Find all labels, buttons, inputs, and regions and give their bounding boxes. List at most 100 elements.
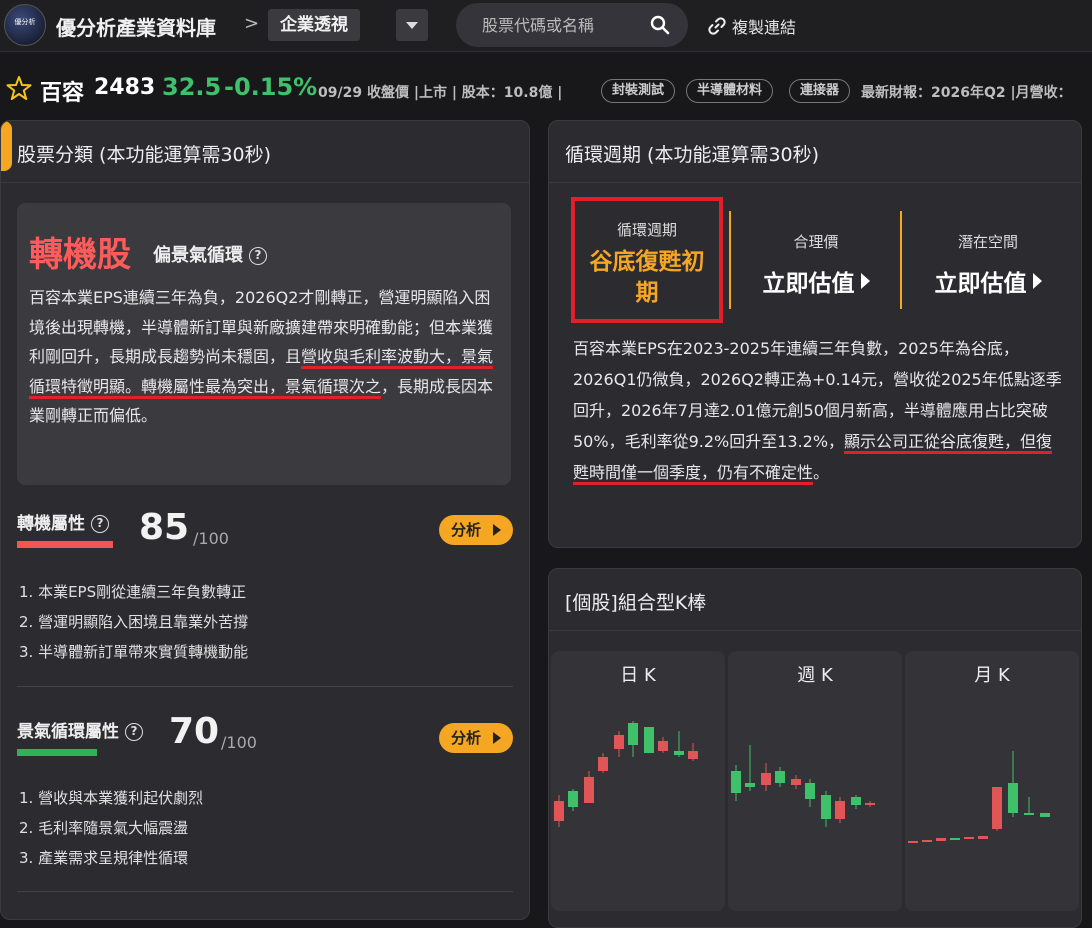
list-item: 1. 營收與本業獲利起伏劇烈 — [19, 789, 204, 807]
candle — [950, 838, 960, 840]
card-accent — [1, 121, 12, 171]
weekly-k-panel[interactable]: 週 K — [728, 651, 902, 911]
candle — [835, 797, 845, 823]
section-selector[interactable]: 企業透視 — [268, 9, 360, 41]
candle — [688, 743, 698, 761]
caret-right-icon — [860, 273, 870, 289]
stock-change: -0.15% — [224, 73, 318, 101]
stock-meta: 09/29 收盤價 |上市 | 股本：10.8億 | — [318, 85, 563, 101]
stock-type: 轉機股 — [29, 235, 131, 275]
candle — [821, 791, 831, 827]
site-logo[interactable]: 優分析 — [4, 4, 46, 46]
upside-button[interactable]: 立即估值 — [913, 264, 1063, 298]
divider — [900, 211, 902, 309]
upside-button-label: 立即估值 — [934, 271, 1027, 297]
chevron-down-icon[interactable] — [396, 9, 428, 41]
business-cycle-card: 循環週期 (本功能運算需30秒) 循環週期 谷底復甦初期 合理價 立即估值 潛在… — [548, 120, 1082, 548]
cycle-title: 循環週期 (本功能運算需30秒) — [549, 121, 1081, 183]
cycle-stage-box: 循環週期 谷底復甦初期 — [571, 197, 723, 323]
link-icon — [708, 17, 726, 35]
fair-value-label: 合理價 — [793, 233, 839, 251]
candle — [628, 721, 638, 757]
star-icon[interactable] — [6, 75, 32, 101]
candle — [1008, 751, 1018, 817]
copy-link-button[interactable]: 複製連結 — [708, 14, 796, 38]
cyclical-attribute: 景氣循環屬性? 70 /100 分析 — [17, 711, 513, 773]
divider — [729, 211, 731, 309]
candle — [745, 745, 755, 791]
candle — [1024, 797, 1034, 815]
list-item: 2. 毛利率隨景氣大幅震盪 — [19, 819, 189, 837]
description-highlight: 屬性最為突出，景氣循環次之 — [173, 376, 382, 399]
fair-value-column: 合理價 立即估值 — [741, 231, 891, 298]
tag-connector[interactable]: 連接器 — [789, 79, 851, 103]
attribute-max: /100 — [193, 529, 229, 548]
divider — [17, 686, 513, 687]
tag-packaging[interactable]: 封裝測試 — [601, 79, 676, 103]
caret-right-icon — [1032, 273, 1042, 289]
daily-k-chart — [554, 721, 698, 827]
candle — [644, 727, 654, 753]
candle — [964, 837, 974, 839]
tag-semiconductor-materials[interactable]: 半導體材料 — [686, 79, 774, 103]
stock-subtype-label: 偏景氣循環 — [153, 245, 243, 266]
candle — [992, 787, 1002, 831]
candle — [851, 795, 861, 809]
candle — [614, 731, 624, 757]
analyze-button[interactable]: 分析 — [439, 515, 513, 545]
monthly-k-title: 月 K — [974, 665, 1010, 686]
top-bar: 優分析 優分析產業資料庫 > 企業透視 複製連結 — [0, 0, 1092, 52]
combined-kbar-card: [個股]組合型K棒 日 K 週 K 月 K — [548, 568, 1082, 928]
financial-report-meta: 最新財報：2026年Q2 |月營收： — [861, 85, 1072, 101]
site-title[interactable]: 優分析產業資料庫 — [56, 12, 216, 41]
candle — [658, 737, 668, 753]
analyze-button[interactable]: 分析 — [439, 723, 513, 753]
upside-label: 潛在空間 — [957, 233, 1018, 251]
attribute-color-bar — [17, 749, 97, 756]
stock-code: 2483 — [94, 75, 156, 100]
divider — [17, 891, 513, 892]
stock-price: 32.5 — [162, 73, 222, 101]
stock-info-bar: 百容 2483 32.5 -0.15% 09/29 收盤價 |上市 | 股本：1… — [0, 66, 1092, 112]
attribute-color-bar — [17, 541, 113, 548]
list-item: 1. 本業EPS剛從連續三年負數轉正 — [19, 583, 247, 601]
stock-search — [456, 3, 688, 47]
daily-k-title: 日 K — [620, 665, 656, 686]
stock-classification-card: 股票分類 (本功能運算需30秒) 轉機股 偏景氣循環? 百容本業EPS連續三年為… — [0, 120, 530, 920]
candle — [584, 771, 594, 803]
kbar-title: [個股]組合型K棒 — [549, 569, 1081, 631]
help-icon[interactable]: ? — [91, 515, 109, 533]
turnaround-attribute: 轉機屬性? 85 /100 分析 — [17, 505, 513, 565]
daily-k-panel[interactable]: 日 K — [551, 651, 725, 911]
attribute-label-text: 景氣循環屬性 — [17, 722, 119, 742]
classification-title: 股票分類 (本功能運算需30秒) — [1, 121, 529, 183]
attribute-score: 85 — [139, 507, 190, 548]
attribute-label: 景氣循環屬性? — [17, 717, 143, 742]
turnaround-reasons: 1. 本業EPS剛從連續三年負數轉正 2. 營運明顯陷入困境且靠業外苦撐 3. … — [19, 577, 248, 667]
cycle-stage-label: 循環週期 — [616, 221, 677, 239]
candle — [598, 753, 608, 773]
fair-value-button[interactable]: 立即估值 — [741, 264, 891, 298]
candle — [674, 731, 684, 757]
candle — [978, 836, 988, 839]
list-item: 3. 產業需求呈規律性循環 — [19, 849, 189, 867]
attribute-max: /100 — [221, 733, 257, 752]
attribute-score: 70 — [169, 711, 220, 752]
breadcrumb-separator: > — [244, 13, 260, 34]
search-icon[interactable] — [650, 15, 670, 35]
stock-name: 百容 — [40, 81, 85, 106]
description-text: 。 — [813, 463, 830, 482]
search-input[interactable] — [482, 13, 642, 37]
help-icon[interactable]: ? — [125, 723, 143, 741]
fair-value-button-label: 立即估值 — [762, 271, 855, 297]
candle — [908, 841, 918, 843]
classification-summary: 轉機股 偏景氣循環? 百容本業EPS連續三年為負，2026Q2才剛轉正，營運明顯… — [17, 203, 511, 485]
list-item: 3. 半導體新訂單帶來實質轉機動能 — [19, 643, 249, 661]
help-icon[interactable]: ? — [249, 247, 267, 265]
monthly-k-chart — [908, 751, 1050, 843]
candle — [922, 840, 932, 842]
candle — [791, 775, 801, 789]
monthly-k-panel[interactable]: 月 K — [905, 651, 1079, 911]
stock-subtype: 偏景氣循環? — [153, 241, 267, 267]
list-item: 2. 營運明顯陷入困境且靠業外苦撐 — [19, 613, 249, 631]
